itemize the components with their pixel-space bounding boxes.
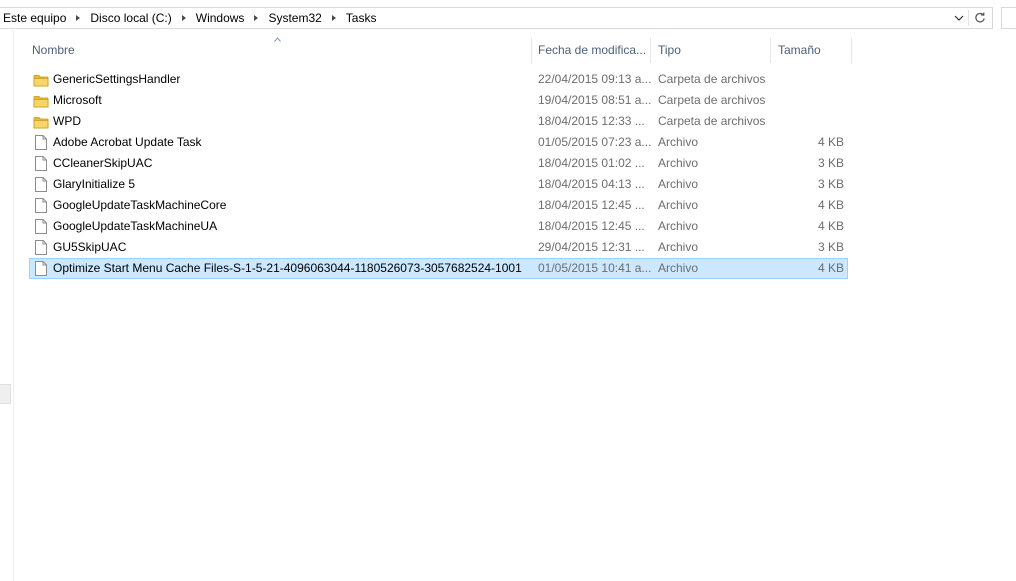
file-name: WPD: [53, 114, 81, 128]
file-type: Carpeta de archivos: [658, 114, 766, 128]
file-type: Archivo: [658, 240, 699, 254]
file-row[interactable]: Microsoft 19/04/2015 08:51 a... Carpeta de…: [29, 90, 848, 111]
file-row[interactable]: CCleanerSkipUAC 18/04/2015 01:02 ... Archi…: [29, 153, 848, 174]
file-size: 3 KB: [817, 177, 844, 191]
file-icon: [33, 133, 49, 152]
address-bar[interactable]: Este equipo Disco local (C:) Windows Sys…: [0, 7, 993, 29]
file-row[interactable]: Optimize Start Menu Cache Files-S-1-5-21…: [29, 258, 848, 279]
column-resize-handle[interactable]: [770, 38, 771, 63]
file-name: GU5SkipUAC: [53, 240, 127, 254]
file-row[interactable]: GenericSettingsHandler 22/04/2015 09:13 a…: [29, 69, 848, 90]
breadcrumb: Este equipo Disco local (C:) Windows Sys…: [3, 8, 376, 28]
file-row[interactable]: Adobe Acrobat Update Task 01/05/2015 07:2…: [29, 132, 848, 153]
breadcrumb-item-este-equipo[interactable]: Este equipo: [3, 11, 66, 25]
address-history-dropdown[interactable]: [951, 8, 967, 28]
file-row[interactable]: GU5SkipUAC 29/04/2015 12:31 ... Archivo 3 K…: [29, 237, 848, 258]
breadcrumb-separator-icon[interactable]: [331, 15, 336, 21]
file-name: GlaryInitialize 5: [53, 177, 136, 191]
file-size: [776, 70, 844, 89]
column-header-name[interactable]: Nombre: [26, 38, 531, 63]
file-type: Archivo: [658, 177, 699, 191]
file-size: 4 KB: [817, 219, 844, 233]
file-name: GoogleUpdateTaskMachineUA: [53, 219, 218, 233]
file-date-modified: 19/04/2015 08:51 a...: [538, 93, 652, 107]
search-box[interactable]: [1001, 7, 1016, 29]
file-type: Archivo: [658, 261, 699, 275]
file-size: 4 KB: [817, 198, 844, 212]
column-header-size[interactable]: Tamaño: [772, 38, 851, 63]
file-size: [776, 112, 844, 131]
file-name: CCleanerSkipUAC: [53, 156, 153, 170]
file-date-modified: 29/04/2015 12:31 ...: [538, 240, 645, 254]
column-resize-handle[interactable]: [851, 38, 852, 63]
file-date-modified: 18/04/2015 12:45 ...: [538, 198, 645, 212]
breadcrumb-item-tasks[interactable]: Tasks: [346, 11, 377, 25]
address-bar-divider: [968, 10, 969, 26]
file-type: Archivo: [658, 198, 699, 212]
folder-icon: [33, 91, 49, 110]
file-date-modified: 01/05/2015 10:41 a...: [538, 261, 652, 275]
folder-icon: [33, 70, 49, 89]
file-name: Microsoft: [53, 93, 102, 107]
breadcrumb-item-disco-local[interactable]: Disco local (C:): [90, 11, 171, 25]
column-header-date[interactable]: Fecha de modifica...: [532, 38, 650, 63]
file-icon: [33, 259, 49, 278]
navigation-pane-border: [13, 30, 14, 581]
file-size: 4 KB: [817, 261, 844, 275]
file-icon: [33, 196, 49, 215]
breadcrumb-separator-icon[interactable]: [76, 15, 81, 21]
file-type: Carpeta de archivos: [658, 72, 766, 86]
file-type: Archivo: [658, 156, 699, 170]
file-name: Adobe Acrobat Update Task: [53, 135, 202, 149]
file-explorer-window: Este equipo Disco local (C:) Windows Sys…: [0, 0, 1016, 581]
file-type: Carpeta de archivos: [658, 93, 766, 107]
refresh-icon: [975, 12, 985, 23]
file-size: 3 KB: [817, 240, 844, 254]
file-date-modified: 18/04/2015 12:45 ...: [538, 219, 645, 233]
file-date-modified: 22/04/2015 09:13 a...: [538, 72, 652, 86]
file-icon: [33, 175, 49, 194]
file-row[interactable]: GoogleUpdateTaskMachineUA 18/04/2015 12:4…: [29, 216, 848, 237]
file-size: [776, 91, 844, 110]
navigation-pane-scrollbar[interactable]: [0, 384, 11, 404]
file-icon: [33, 217, 49, 236]
file-name: GenericSettingsHandler: [53, 72, 181, 86]
file-date-modified: 01/05/2015 07:23 a...: [538, 135, 652, 149]
file-size: 3 KB: [817, 156, 844, 170]
file-icon: [33, 238, 49, 257]
chevron-down-icon: [954, 15, 964, 21]
breadcrumb-separator-icon[interactable]: [254, 15, 259, 21]
file-row[interactable]: GoogleUpdateTaskMachineCore 18/04/2015 12…: [29, 195, 848, 216]
file-type: Archivo: [658, 219, 699, 233]
file-date-modified: 18/04/2015 04:13 ...: [538, 177, 645, 191]
file-type: Archivo: [658, 135, 699, 149]
file-date-modified: 18/04/2015 01:02 ...: [538, 156, 645, 170]
refresh-button[interactable]: [971, 8, 989, 28]
file-name: Optimize Start Menu Cache Files-S-1-5-21…: [53, 261, 522, 275]
column-resize-handle[interactable]: [650, 38, 651, 63]
folder-icon: [33, 112, 49, 131]
file-icon: [33, 154, 49, 173]
file-row[interactable]: WPD 18/04/2015 12:33 ... Carpeta de archiv…: [29, 111, 848, 132]
file-row[interactable]: GlaryInitialize 5 18/04/2015 04:13 ... Arc…: [29, 174, 848, 195]
file-name: GoogleUpdateTaskMachineCore: [53, 198, 227, 212]
breadcrumb-item-windows[interactable]: Windows: [196, 11, 245, 25]
file-size: 4 KB: [817, 135, 844, 149]
column-header-row: Nombre Fecha de modifica... Tipo Tamaño: [0, 38, 1016, 63]
file-date-modified: 18/04/2015 12:33 ...: [538, 114, 645, 128]
breadcrumb-item-system32[interactable]: System32: [268, 11, 321, 25]
column-header-type[interactable]: Tipo: [652, 38, 770, 63]
breadcrumb-separator-icon[interactable]: [181, 15, 186, 21]
file-list: GenericSettingsHandler 22/04/2015 09:13 a…: [29, 69, 848, 279]
